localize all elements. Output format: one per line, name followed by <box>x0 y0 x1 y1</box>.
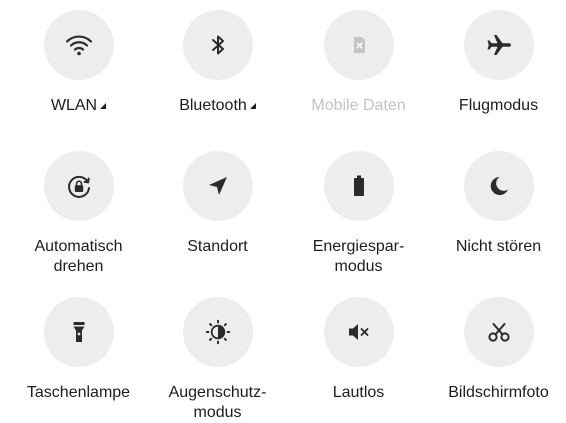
auto-rotate-toggle[interactable] <box>43 151 114 221</box>
speaker-mute-icon <box>348 324 368 340</box>
tile-airplane[interactable]: Flugmodus <box>428 10 566 116</box>
tile-bluetooth[interactable]: Bluetooth <box>147 10 288 116</box>
mobile-data-toggle[interactable] <box>323 10 394 80</box>
sim-card-icon <box>353 37 365 53</box>
battery-saver-toggle[interactable] <box>323 151 394 221</box>
tile-mute[interactable]: Lautlos <box>288 297 429 403</box>
do-not-disturb-toggle[interactable] <box>463 151 534 221</box>
location-arrow-icon <box>208 177 227 195</box>
auto-rotate-icon <box>67 175 90 198</box>
tile-label: Lautlos <box>332 384 385 401</box>
tile-label: WLAN <box>8 96 149 116</box>
tile-battery-saver[interactable]: Energiespar- modus <box>288 151 429 277</box>
tile-auto-rotate[interactable]: Automatisch drehen <box>8 151 149 277</box>
quick-settings-grid: WLAN Bluetooth Mobile Daten Flugmodus Au… <box>0 0 566 421</box>
bluetooth-toggle[interactable] <box>182 10 253 80</box>
airplane-icon <box>487 35 511 55</box>
tile-eye-comfort[interactable]: Augenschutz- modus <box>147 297 288 423</box>
tile-label: Standort <box>187 238 248 255</box>
tile-flashlight[interactable]: Taschenlampe <box>8 297 149 403</box>
wlan-toggle[interactable] <box>43 10 114 80</box>
expand-caret-icon <box>100 103 107 109</box>
eye-comfort-icon <box>205 319 230 345</box>
tile-wlan[interactable]: WLAN <box>8 10 149 116</box>
expand-caret-icon <box>249 103 256 109</box>
tile-label: Bildschirmfoto <box>448 384 549 401</box>
tile-label: Energiespar- modus <box>312 238 405 275</box>
tile-label: Mobile Daten <box>311 97 406 114</box>
moon-icon <box>490 177 508 195</box>
tile-label: Nicht stören <box>455 238 542 255</box>
mute-toggle[interactable] <box>323 297 394 367</box>
scissors-icon <box>487 323 510 342</box>
tile-label: Bluetooth <box>147 96 288 116</box>
tile-label: Flugmodus <box>458 97 539 114</box>
airplane-toggle[interactable] <box>463 10 534 80</box>
tile-label: Automatisch drehen <box>34 238 123 275</box>
tile-label: Taschenlampe <box>26 384 131 401</box>
screenshot-toggle[interactable] <box>463 297 534 367</box>
tile-label: Augenschutz- modus <box>168 384 267 421</box>
flashlight-icon <box>73 322 84 342</box>
tile-do-not-disturb[interactable]: Nicht stören <box>428 151 566 257</box>
bluetooth-icon <box>211 35 224 55</box>
eye-comfort-toggle[interactable] <box>182 297 253 367</box>
flashlight-toggle[interactable] <box>43 297 114 367</box>
tile-screenshot[interactable]: Bildschirmfoto <box>428 297 566 403</box>
wifi-icon <box>65 35 92 56</box>
location-toggle[interactable] <box>182 151 253 221</box>
tile-mobile-data[interactable]: Mobile Daten <box>288 10 429 116</box>
tile-location[interactable]: Standort <box>147 151 288 257</box>
battery-icon <box>353 175 364 196</box>
